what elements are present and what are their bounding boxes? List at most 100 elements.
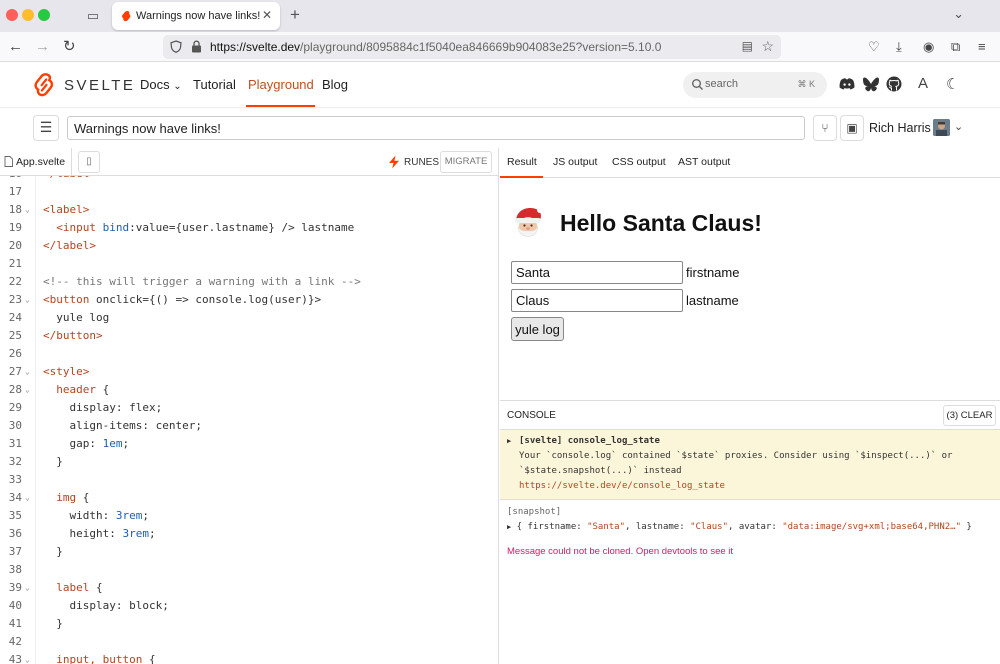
nav-blog[interactable]: Blog bbox=[322, 77, 348, 92]
yule-log-button[interactable]: yule log bbox=[511, 317, 564, 341]
code-line[interactable]: 23 ⌄ <button onclick={() => console.log(us… bbox=[0, 291, 499, 309]
code-line[interactable]: 41 } bbox=[0, 615, 499, 633]
fold-chevron-icon[interactable]: ⌄ bbox=[25, 489, 30, 507]
code-line[interactable]: 25 </button> bbox=[0, 327, 499, 345]
github-icon[interactable] bbox=[885, 75, 903, 93]
code-line[interactable]: 24 yule log bbox=[0, 309, 499, 327]
fold-chevron-icon[interactable]: ⌄ bbox=[25, 381, 30, 399]
shield-icon[interactable] bbox=[170, 40, 182, 53]
window-zoom-button[interactable] bbox=[38, 9, 50, 21]
code-line[interactable]: 31 gap: 1em; bbox=[0, 435, 499, 453]
firstname-label: firstname bbox=[686, 265, 740, 280]
code-line[interactable]: 17 bbox=[0, 183, 499, 201]
tab-ast-output[interactable]: AST output bbox=[678, 156, 730, 168]
reload-icon[interactable]: ↻ bbox=[63, 38, 76, 56]
code-text: } bbox=[43, 545, 63, 558]
bookmark-star-icon[interactable]: ☆ bbox=[761, 38, 774, 55]
back-arrow-icon[interactable]: ← bbox=[8, 38, 23, 56]
code-line[interactable]: 38 bbox=[0, 561, 499, 579]
line-number: 35 bbox=[8, 509, 22, 522]
lastname-input[interactable] bbox=[511, 289, 683, 312]
nav-docs[interactable]: Docs ⌄ bbox=[140, 77, 182, 92]
code-line[interactable]: 40 display: block; bbox=[0, 597, 499, 615]
new-tab-icon[interactable]: + bbox=[290, 5, 300, 25]
code-line[interactable]: 42 bbox=[0, 633, 499, 651]
account-icon[interactable]: ◉ bbox=[923, 39, 934, 55]
search-input[interactable]: search ⌘ K bbox=[683, 72, 827, 98]
menu-icon[interactable]: ≡ bbox=[978, 39, 986, 54]
tab-js-output[interactable]: JS output bbox=[553, 156, 597, 168]
warning-title: [svelte] console_log_state bbox=[519, 436, 660, 446]
forward-arrow-icon[interactable]: → bbox=[35, 38, 50, 56]
reader-view-icon[interactable]: ▤ bbox=[742, 39, 753, 53]
close-tab-icon[interactable]: ✕ bbox=[262, 8, 272, 22]
font-size-icon[interactable]: A bbox=[918, 75, 928, 92]
extensions-icon[interactable]: ⧉ bbox=[951, 39, 960, 55]
window-minimize-button[interactable] bbox=[22, 9, 34, 21]
code-line[interactable]: 18 ⌄ <label> bbox=[0, 201, 499, 219]
code-editor[interactable]: 16</label>1718⌄<label>19 <input bind:val… bbox=[0, 176, 499, 664]
migrate-button[interactable]: MIGRATE bbox=[440, 151, 492, 173]
discord-icon[interactable] bbox=[838, 75, 856, 93]
code-line[interactable]: 39 ⌄ label { bbox=[0, 579, 499, 597]
code-line[interactable]: 34 ⌄ img { bbox=[0, 489, 499, 507]
avatar[interactable] bbox=[933, 119, 950, 136]
chevron-down-icon[interactable]: ⌄ bbox=[954, 120, 963, 133]
console-warning-entry[interactable]: ▶ [svelte] console_log_state Your `conso… bbox=[500, 430, 1000, 500]
code-line[interactable]: 26 bbox=[0, 345, 499, 363]
nav-tutorial[interactable]: Tutorial bbox=[193, 77, 236, 92]
chevron-down-icon[interactable]: ⌄ bbox=[953, 6, 964, 22]
window-close-button[interactable] bbox=[6, 9, 18, 21]
download-icon[interactable]: ⤓ bbox=[896, 39, 902, 55]
url-bar[interactable]: https://svelte.dev/playground/8095884c1f… bbox=[163, 35, 781, 59]
playground-title-input[interactable] bbox=[67, 116, 805, 140]
code-line[interactable]: 36 height: 3rem; bbox=[0, 525, 499, 543]
save-icon[interactable]: ▣ bbox=[840, 115, 864, 141]
code-line[interactable]: 29 display: flex; bbox=[0, 399, 499, 417]
greeting-heading: Hello Santa Claus! bbox=[560, 210, 762, 236]
fold-chevron-icon[interactable]: ⌄ bbox=[25, 651, 30, 664]
hamburger-menu-icon[interactable]: ☰ bbox=[33, 115, 59, 141]
tab-overview-icon[interactable]: ▭ bbox=[84, 7, 102, 25]
fold-chevron-icon[interactable]: ⌄ bbox=[25, 201, 30, 219]
code-text: display: block; bbox=[43, 599, 169, 612]
bluesky-icon[interactable] bbox=[862, 75, 880, 93]
code-line[interactable]: 32 } bbox=[0, 453, 499, 471]
snapshot-object[interactable]: ▶ { firstname: "Santa", lastname: "Claus… bbox=[507, 522, 972, 532]
code-line[interactable]: 43 ⌄ input, button { bbox=[0, 651, 499, 664]
search-icon bbox=[692, 79, 703, 90]
nav-playground[interactable]: Playground bbox=[248, 77, 314, 92]
code-line[interactable]: 33 bbox=[0, 471, 499, 489]
svelte-logo-icon[interactable] bbox=[33, 73, 55, 97]
code-line[interactable]: 22 <!-- this will trigger a warning with … bbox=[0, 273, 499, 291]
add-file-icon[interactable]: ▯ bbox=[78, 151, 100, 173]
fold-chevron-icon[interactable]: ⌄ bbox=[25, 363, 30, 381]
code-line[interactable]: 27 ⌄ <style> bbox=[0, 363, 499, 381]
console-clear-button[interactable]: (3) CLEAR bbox=[943, 405, 996, 426]
warning-docs-link[interactable]: https://svelte.dev/e/console_log_state bbox=[519, 481, 725, 491]
dark-mode-moon-icon[interactable]: ☾ bbox=[946, 75, 959, 93]
code-line[interactable]: 37 } bbox=[0, 543, 499, 561]
brand-wordmark[interactable]: SVELTE bbox=[64, 77, 135, 94]
pocket-icon[interactable]: ♡ bbox=[868, 39, 880, 55]
code-line[interactable]: 30 align-items: center; bbox=[0, 417, 499, 435]
code-line[interactable]: 20 </label> bbox=[0, 237, 499, 255]
code-line[interactable]: 21 bbox=[0, 255, 499, 273]
expand-triangle-icon[interactable]: ▶ bbox=[507, 523, 511, 531]
lock-icon[interactable] bbox=[191, 40, 202, 53]
fold-chevron-icon[interactable]: ⌄ bbox=[25, 579, 30, 597]
browser-tab[interactable]: Warnings now have links! · Playground ✕ bbox=[112, 2, 280, 30]
code-line[interactable]: 19 <input bind:value={user.lastname} /> … bbox=[0, 219, 499, 237]
code-line[interactable]: 35 width: 3rem; bbox=[0, 507, 499, 525]
firstname-input[interactable] bbox=[511, 261, 683, 284]
expand-triangle-icon[interactable]: ▶ bbox=[507, 437, 511, 445]
fold-chevron-icon[interactable]: ⌄ bbox=[25, 291, 30, 309]
code-line[interactable]: 28 ⌄ header { bbox=[0, 381, 499, 399]
tab-result[interactable]: Result bbox=[507, 156, 537, 168]
file-tab-app-svelte[interactable]: App.svelte bbox=[0, 148, 72, 176]
fork-icon[interactable]: ⑂ bbox=[813, 115, 837, 141]
code-line[interactable]: 16 </label> bbox=[0, 176, 499, 183]
line-number: 34 bbox=[8, 491, 22, 504]
tab-css-output[interactable]: CSS output bbox=[612, 156, 666, 168]
user-name[interactable]: Rich Harris bbox=[869, 121, 931, 135]
